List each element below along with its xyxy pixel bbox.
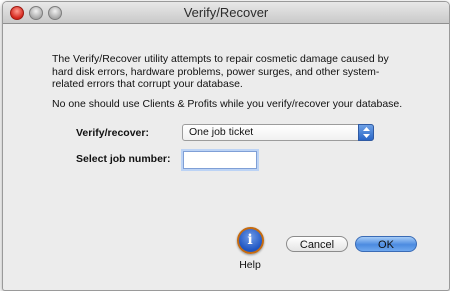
ok-button[interactable]: OK bbox=[355, 236, 417, 252]
window-title: Verify/Recover bbox=[183, 5, 269, 20]
verify-recover-selected-value: One job ticket bbox=[189, 126, 254, 138]
info-icon: i bbox=[236, 227, 264, 254]
help-label: Help bbox=[239, 259, 261, 271]
description-text: The Verify/Recover utility attempts to r… bbox=[52, 53, 389, 90]
title-bar: Verify/Recover bbox=[3, 2, 449, 24]
up-down-arrows-icon bbox=[358, 124, 374, 141]
job-number-input[interactable] bbox=[183, 151, 257, 169]
job-number-label: Select job number: bbox=[76, 153, 171, 165]
help-button[interactable]: i Help bbox=[236, 227, 264, 271]
verify-recover-label: Verify/recover: bbox=[76, 127, 149, 139]
cancel-button[interactable]: Cancel bbox=[286, 236, 348, 252]
verify-recover-dialog: Verify/Recover The Verify/Recover utilit… bbox=[2, 1, 450, 291]
verify-recover-select[interactable]: One job ticket bbox=[182, 124, 374, 141]
warning-text: No one should use Clients & Profits whil… bbox=[52, 98, 403, 110]
